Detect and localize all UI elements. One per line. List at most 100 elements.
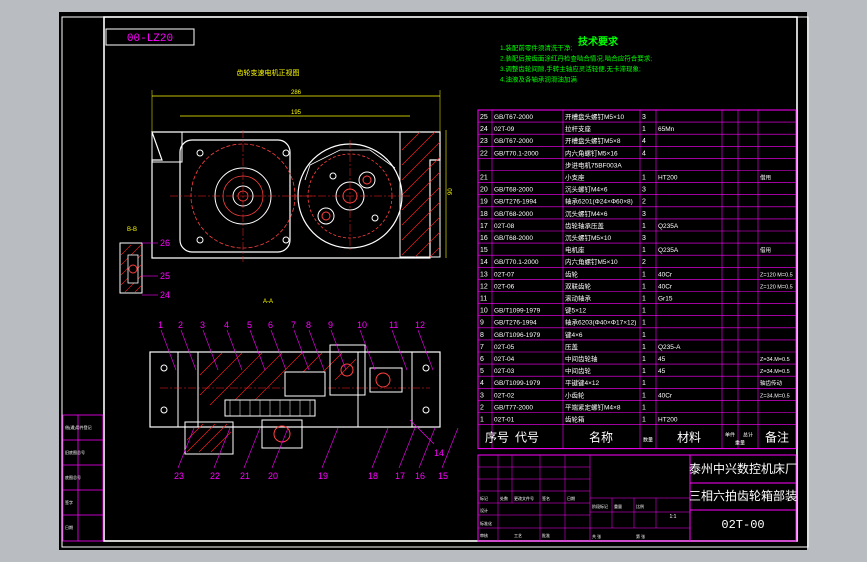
bom-qty: 1 — [642, 332, 646, 339]
bom-no: 18 — [480, 211, 488, 218]
bom-name: 平端紧定螺钉M4×8 — [565, 402, 621, 411]
bom-code: 02T-05 — [494, 344, 515, 351]
callout-label: 16 — [415, 471, 425, 481]
callout-label: 18 — [368, 471, 378, 481]
callout-label: 25 — [160, 271, 170, 281]
bom-no: 13 — [480, 271, 488, 278]
callout-label: 6 — [268, 320, 273, 330]
bom-code: 02T-02 — [494, 392, 515, 399]
bom-header-weight: 重量 — [735, 440, 745, 447]
bb-label: B-B — [127, 227, 137, 233]
company-name: 泰州中兴数控机床厂 — [689, 461, 797, 476]
titleblock-label: 阶段标记 — [592, 503, 608, 509]
titleblock-label: 第 张 — [636, 533, 645, 539]
bom-qty: 1 — [642, 283, 646, 290]
bom-code: GB/T67-2000 — [494, 138, 533, 145]
bom-code: 02T-03 — [494, 368, 515, 375]
bom-qty: 1 — [642, 320, 646, 327]
dim-mid: 195 — [291, 110, 302, 116]
bom-qty: 1 — [642, 308, 646, 315]
bom-name: 滚动轴承 — [565, 294, 592, 303]
titleblock-label: 标准化 — [480, 520, 492, 526]
bom-code: GB/T276-1994 — [494, 320, 537, 327]
bom-code: GB/T1099-1979 — [494, 308, 541, 315]
bom-qty: 1 — [642, 368, 646, 375]
bom-header-code: 代号 — [515, 431, 539, 445]
callout-label: 11 — [389, 320, 398, 330]
bom-note: 借用 — [760, 174, 771, 182]
callout-label: 7 — [291, 320, 296, 330]
bom-no: 8 — [480, 332, 484, 339]
bom-material: 40Cr — [658, 283, 673, 290]
bom-qty: 1 — [642, 271, 646, 278]
titleblock-label: 标记 — [480, 495, 488, 501]
bom-material: HT200 — [658, 417, 678, 424]
bom-material: HT200 — [658, 175, 678, 182]
callout-label: 21 — [240, 471, 250, 481]
bom-no: 17 — [480, 223, 488, 230]
bom-name: 齿轮轴承压盖 — [565, 221, 605, 230]
assembly-name: 三相六拍齿轮箱部装 — [689, 488, 797, 503]
callout-label: 15 — [438, 471, 448, 481]
bom-material: Q235A — [658, 247, 679, 254]
bom-qty: 1 — [642, 404, 646, 411]
titleblock-label: 更改文件号 — [514, 495, 534, 501]
bom-material: Q235-A — [658, 344, 681, 351]
bom-name: 电机座 — [565, 245, 585, 254]
bom-no: 20 — [480, 187, 488, 194]
callout-label: 24 — [160, 290, 170, 300]
bom-qty: 1 — [642, 380, 646, 387]
bom-code: 02T-07 — [494, 271, 515, 278]
titleblock-label: 审核 — [480, 532, 488, 538]
bom-name: 轴承6201(Φ24×Φ60×8) — [565, 197, 633, 206]
strip-label: 日期 — [65, 524, 73, 530]
bom-name: 拉杆支座 — [565, 124, 592, 133]
callout-label: 19 — [318, 471, 328, 481]
view-title-note: 齿轮变速电机正视图 — [237, 68, 300, 77]
bom-material: Q235A — [658, 223, 679, 230]
callout-label: 23 — [174, 471, 184, 481]
bom-qty: 3 — [642, 114, 646, 121]
bom-no: 3 — [480, 392, 484, 399]
titleblock-label: 共 张 — [592, 533, 601, 539]
callout-label: 5 — [247, 320, 252, 330]
bom-qty: 1 — [642, 296, 646, 303]
bom-qty: 2 — [642, 199, 646, 206]
bom-name: 压盖 — [565, 342, 579, 351]
titleblock-label: 设计 — [480, 507, 488, 513]
bom-note: 轴齿传动 — [760, 379, 783, 387]
titleblock-label: 签名 — [542, 495, 550, 501]
bom-no: 9 — [480, 320, 484, 327]
strip-label: 底图总号 — [65, 474, 81, 480]
bom-name: 轴承6203(Φ40×Φ17×12) — [565, 318, 636, 327]
callout-label: 1 — [158, 320, 163, 330]
bom-material: 65Mn — [658, 126, 675, 133]
bom-qty: 3 — [642, 235, 646, 242]
titleblock-label: 日期 — [567, 495, 575, 501]
bom-no: 2 — [480, 404, 484, 411]
titleblock-label: 工艺 — [514, 533, 522, 538]
bom-code: GB/T67-2000 — [494, 114, 533, 121]
bom-no: 16 — [480, 235, 488, 242]
tech-line: 4.油液及各轴承润滑油加满 — [500, 75, 577, 84]
bom-no: 14 — [480, 259, 488, 266]
callout-label: 17 — [395, 471, 405, 481]
scale-value: 1:1 — [670, 514, 677, 520]
bom-header-qty: 数量 — [643, 437, 653, 444]
bom-header-material: 材料 — [677, 431, 701, 445]
bom-code: 02T-01 — [494, 417, 515, 424]
bom-material: Gr15 — [658, 296, 673, 303]
bom-name: 开槽盘头螺钉M5×8 — [565, 136, 621, 145]
bom-code: 02T-09 — [494, 126, 515, 133]
callout-label: 26 — [160, 238, 170, 248]
bom-header-name: 名称 — [589, 430, 613, 445]
bom-code: GB/T68-2000 — [494, 187, 533, 194]
bom-name: 步进电机75BF003A — [565, 160, 622, 169]
bom-code: GB/T1096-1979 — [494, 332, 541, 339]
bom-name: 键4×6 — [565, 330, 583, 339]
bom-qty: 3 — [642, 211, 646, 218]
bom-header-no: 序号 — [485, 430, 509, 445]
bom-code: 02T-06 — [494, 283, 515, 290]
bom-no: 4 — [480, 380, 484, 387]
bom-qty: 1 — [642, 417, 646, 424]
